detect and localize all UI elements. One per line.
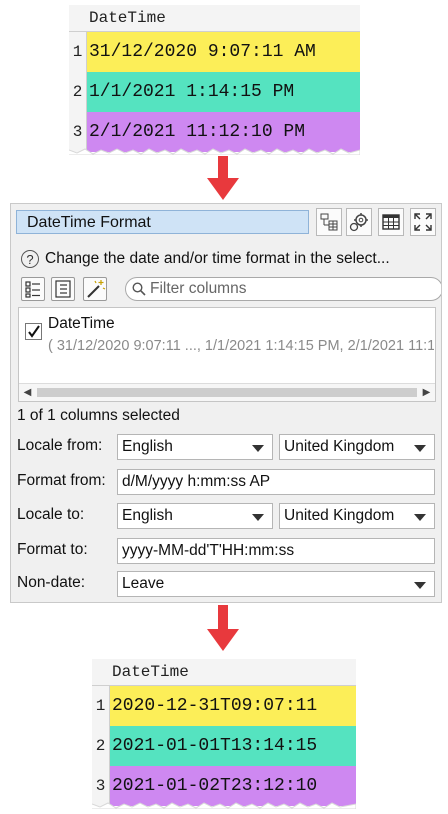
row-number: 3: [69, 112, 87, 152]
table-row: 1 2020-12-31T09:07:11: [92, 686, 356, 726]
locale-from-language-select[interactable]: English: [117, 434, 273, 460]
table-row: 3 2/1/2021 11:12:10 PM: [69, 112, 360, 152]
panel-titlebar: DateTime Format: [16, 208, 439, 238]
torn-edge: [92, 802, 356, 809]
filter-placeholder: Filter columns: [150, 280, 247, 297]
magic-wand-icon: [87, 280, 106, 298]
row-number: 2: [69, 72, 87, 112]
non-date-row: Non-date: Leave: [17, 571, 439, 597]
table-cell[interactable]: 31/12/2020 9:07:11 AM: [87, 32, 360, 72]
row-number: 3: [92, 766, 110, 806]
locale-to-region-value: United Kingdom: [284, 507, 395, 524]
chevron-down-icon: [414, 582, 426, 589]
table-cell[interactable]: 2021-01-02T23:12:10: [110, 766, 356, 806]
table-cell[interactable]: 1/1/2021 1:14:15 PM: [87, 72, 360, 112]
table-row: 2 1/1/2021 1:14:15 PM: [69, 72, 360, 112]
select-all-button[interactable]: [21, 277, 45, 301]
column-name[interactable]: DateTime: [48, 315, 115, 333]
checklist-icon: [25, 281, 40, 298]
locale-to-label: Locale to:: [17, 506, 85, 523]
chevron-down-icon: [414, 514, 426, 521]
table-row: 1 31/12/2020 9:07:11 AM: [69, 32, 360, 72]
input-table: DateTime 1 31/12/2020 9:07:11 AM 2 1/1/2…: [69, 5, 360, 155]
format-to-input[interactable]: yyyy-MM-dd'T'HH:mm:ss: [117, 538, 435, 564]
chevron-down-icon: [414, 445, 426, 452]
list-icon: [55, 280, 71, 298]
help-icon[interactable]: ?: [21, 249, 39, 268]
column-preview: ( 31/12/2020 9:07:11 ..., 1/1/2021 1:14:…: [48, 338, 434, 354]
gear-icon: [349, 213, 368, 232]
row-number: 2: [92, 726, 110, 766]
search-icon: [132, 282, 146, 296]
torn-edge: [69, 148, 360, 155]
down-arrow-icon: [207, 156, 239, 200]
table-row: 2 2021-01-01T13:14:15: [92, 726, 356, 766]
expand-icon: [414, 213, 432, 231]
column-list: DateTime ( 31/12/2020 9:07:11 ..., 1/1/2…: [18, 307, 436, 402]
output-column-header[interactable]: DateTime: [112, 659, 189, 685]
format-from-row: Format from: d/M/yyyy h:mm:ss AP: [17, 469, 439, 495]
locale-to-row: Locale to: English United Kingdom: [17, 503, 439, 529]
output-table: DateTime 1 2020-12-31T09:07:11 2 2021-01…: [92, 659, 356, 809]
non-date-select[interactable]: Leave: [117, 571, 435, 597]
locale-from-label: Locale from:: [17, 437, 103, 454]
locale-from-row: Locale from: English United Kingdom: [17, 434, 439, 460]
table-row: 3 2021-01-02T23:12:10: [92, 766, 356, 806]
check-icon: [28, 325, 40, 338]
format-from-input[interactable]: d/M/yyyy h:mm:ss AP: [117, 469, 435, 495]
panel-description: ? Change the date and/or time format in t…: [21, 248, 441, 270]
description-text: Change the date and/or time format in th…: [45, 250, 390, 267]
format-from-label: Format from:: [17, 472, 106, 489]
non-date-value: Leave: [122, 575, 165, 592]
table-icon: [382, 214, 400, 230]
table-cell[interactable]: 2021-01-01T13:14:15: [110, 726, 356, 766]
locale-to-language-value: English: [122, 507, 173, 524]
table-cell[interactable]: 2/1/2021 11:12:10 PM: [87, 112, 360, 152]
row-number: 1: [92, 686, 110, 726]
select-none-button[interactable]: [51, 277, 75, 301]
datetime-format-panel: DateTime Format ? Change the date and/or…: [10, 203, 442, 603]
format-to-label: Format to:: [17, 541, 88, 558]
down-arrow-icon: [207, 605, 239, 651]
scroll-right-icon[interactable]: ▶: [418, 384, 435, 401]
table-view-button[interactable]: [378, 208, 404, 236]
scroll-left-icon[interactable]: ◀: [19, 384, 36, 401]
chevron-down-icon: [252, 445, 264, 452]
table-cell[interactable]: 2020-12-31T09:07:11: [110, 686, 356, 726]
locale-from-region-value: United Kingdom: [284, 438, 395, 455]
auto-select-button[interactable]: [83, 277, 107, 301]
maximize-button[interactable]: [410, 208, 436, 236]
format-to-row: Format to: yyyy-MM-dd'T'HH:mm:ss: [17, 538, 439, 564]
horizontal-scrollbar[interactable]: ◀ ▶: [19, 383, 435, 401]
column-settings-button[interactable]: [316, 208, 342, 236]
input-table-header: DateTime: [69, 5, 360, 32]
locale-from-region-select[interactable]: United Kingdom: [279, 434, 435, 460]
locale-from-language-value: English: [122, 438, 173, 455]
panel-title[interactable]: DateTime Format: [16, 210, 309, 234]
scrollbar-thumb[interactable]: [37, 388, 417, 397]
settings-button[interactable]: [346, 208, 372, 236]
column-settings-icon: [320, 213, 338, 231]
non-date-label: Non-date:: [17, 574, 86, 591]
chevron-down-icon: [252, 514, 264, 521]
filter-columns-input[interactable]: Filter columns: [125, 277, 441, 301]
column-checkbox[interactable]: [25, 323, 42, 340]
selected-count: 1 of 1 columns selected: [17, 407, 180, 424]
input-column-header[interactable]: DateTime: [89, 5, 166, 31]
output-table-header: DateTime: [92, 659, 356, 686]
locale-to-region-select[interactable]: United Kingdom: [279, 503, 435, 529]
row-number: 1: [69, 32, 87, 72]
locale-to-language-select[interactable]: English: [117, 503, 273, 529]
